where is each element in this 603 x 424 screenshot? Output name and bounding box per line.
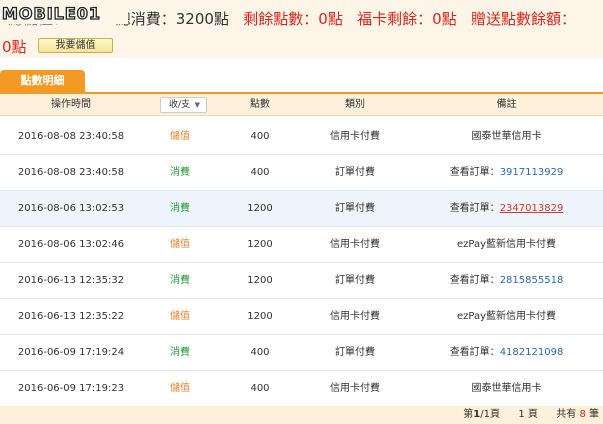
row-time: 2016-06-13 12:35:22 [17, 311, 125, 322]
remaining-value: 0點 [318, 10, 343, 28]
count-suffix: 筆 [589, 409, 599, 420]
row-note: 查看訂單：3917113929 [410, 155, 603, 191]
row-points: 400 [250, 167, 270, 178]
page-prefix: 第 [463, 409, 474, 420]
row-time: 2016-06-09 17:19:24 [17, 347, 125, 358]
row-type: 儲值 [170, 131, 190, 142]
row-time: 2016-08-06 13:02:53 [17, 203, 125, 214]
row-note-text: 查看訂單： [449, 347, 500, 358]
pagination: 第1/1頁 1 頁 共有 8 筆 [463, 406, 599, 424]
table-row: 2016-08-08 23:40:58 儲值 400 信用卡付費 國泰世華信用卡 [0, 119, 603, 155]
count-value: 8 [579, 409, 586, 420]
row-points: 1200 [247, 239, 273, 250]
row-type: 消費 [170, 347, 190, 358]
remaining-label: 剩餘點數： [243, 10, 319, 28]
points-summary: 總儲值：3200 總消費：3200點 剩餘點數：0點 福卡剩餘：0點 贈送點數餘… [0, 0, 603, 58]
page-link-suffix: 頁 [527, 409, 538, 420]
order-link[interactable]: 2815855518 [500, 275, 564, 286]
row-note: 國泰世華信用卡 [410, 371, 603, 407]
row-time: 2016-08-06 13:02:46 [17, 239, 125, 250]
row-note: 國泰世華信用卡 [410, 119, 603, 155]
row-points: 1200 [247, 275, 273, 286]
tab-points-detail[interactable]: 點數明細 [0, 70, 85, 92]
row-time: 2016-08-08 23:40:58 [17, 167, 125, 178]
pagination-bar: 第1/1頁 1 頁 共有 8 筆 [0, 406, 603, 424]
row-category: 信用卡付費 [330, 311, 380, 322]
order-link[interactable]: 3917113929 [500, 167, 564, 178]
table-row: 2016-08-08 23:40:58 消費 400 訂單付費 查看訂單：391… [0, 155, 603, 191]
row-note-text: ezPay藍新信用卡付費 [456, 311, 557, 322]
table-row: 2016-06-13 12:35:32 消費 1200 訂單付費 查看訂單：28… [0, 263, 603, 299]
gift-label: 贈送點數餘額： [471, 10, 577, 28]
row-category: 訂單付費 [335, 347, 375, 358]
logo-text: MOBILE01 [2, 4, 101, 23]
row-points: 1200 [247, 311, 273, 322]
points-table-body: 2016-08-08 23:40:58 儲值 400 信用卡付費 國泰世華信用卡… [0, 119, 603, 407]
row-points: 400 [250, 347, 270, 358]
row-note: 查看訂單：2347013829 [410, 191, 603, 227]
order-link[interactable]: 4182121098 [500, 347, 564, 358]
row-category: 信用卡付費 [330, 131, 380, 142]
row-note-text: 國泰世華信用卡 [471, 131, 542, 142]
table-row: 2016-06-09 17:19:24 消費 400 訂單付費 查看訂單：418… [0, 335, 603, 371]
header-category: 類別 [345, 99, 365, 110]
row-note-text: 查看訂單： [449, 275, 500, 286]
row-time: 2016-08-08 23:40:58 [17, 131, 125, 142]
fuka-value: 0點 [432, 10, 457, 28]
count-prefix: 共有 [556, 409, 577, 420]
tab-bar: 點數明細 [0, 70, 603, 94]
row-points: 1200 [247, 203, 273, 214]
page-suffix: 頁 [489, 409, 500, 420]
header-points: 點數 [250, 99, 270, 110]
row-category: 訂單付費 [335, 167, 375, 178]
table-row: 2016-06-13 12:35:22 儲值 1200 信用卡付費 ezPay藍… [0, 299, 603, 335]
row-note-text: 查看訂單： [449, 167, 500, 178]
row-category: 信用卡付費 [330, 239, 380, 250]
gift-value: 0點 [2, 38, 27, 56]
type-filter-select[interactable]: 收/支 ▼ [160, 97, 207, 113]
row-note-text: 查看訂單： [449, 203, 500, 214]
order-link[interactable]: 2347013829 [500, 203, 564, 214]
table-row: 2016-06-09 17:19:23 儲值 400 信用卡付費 國泰世華信用卡 [0, 371, 603, 407]
mobile01-logo: MOBILE01 [0, 2, 128, 24]
row-category: 信用卡付費 [330, 383, 380, 394]
row-note-text: 國泰世華信用卡 [471, 383, 542, 394]
row-note: 查看訂單：4182121098 [410, 335, 603, 371]
row-points: 400 [250, 131, 270, 142]
row-category: 訂單付費 [335, 203, 375, 214]
table-row: 2016-08-06 13:02:46 儲值 1200 信用卡付費 ezPay藍… [0, 227, 603, 263]
header-note: 備註 [496, 99, 517, 110]
table-row: 2016-08-06 13:02:53 消費 1200 訂單付費 查看訂單：23… [0, 191, 603, 227]
store-value-button[interactable]: 我要儲值 [38, 38, 113, 53]
row-type: 消費 [170, 275, 190, 286]
page-link[interactable]: 1 [518, 409, 524, 420]
row-note: 查看訂單：2815855518 [410, 263, 603, 299]
row-note: ezPay藍新信用卡付費 [410, 227, 603, 263]
row-category: 訂單付費 [335, 275, 375, 286]
fuka-label: 福卡剩餘： [357, 10, 433, 28]
total-spent-value: 3200點 [175, 10, 229, 28]
header-time: 操作時間 [51, 99, 91, 110]
row-note: ezPay藍新信用卡付費 [410, 299, 603, 335]
chevron-down-icon: ▼ [194, 101, 200, 109]
row-type: 儲值 [170, 383, 190, 394]
row-time: 2016-06-09 17:19:23 [17, 383, 125, 394]
row-type: 消費 [170, 167, 190, 178]
row-type: 儲值 [170, 239, 190, 250]
table-header: 操作時間 收/支 ▼ 點數 類別 備註 [0, 94, 603, 116]
row-points: 400 [250, 383, 270, 394]
row-type: 消費 [170, 203, 190, 214]
type-filter-label: 收/支 [169, 100, 191, 110]
row-time: 2016-06-13 12:35:32 [17, 275, 125, 286]
row-type: 儲值 [170, 311, 190, 322]
row-note-text: ezPay藍新信用卡付費 [456, 239, 557, 250]
